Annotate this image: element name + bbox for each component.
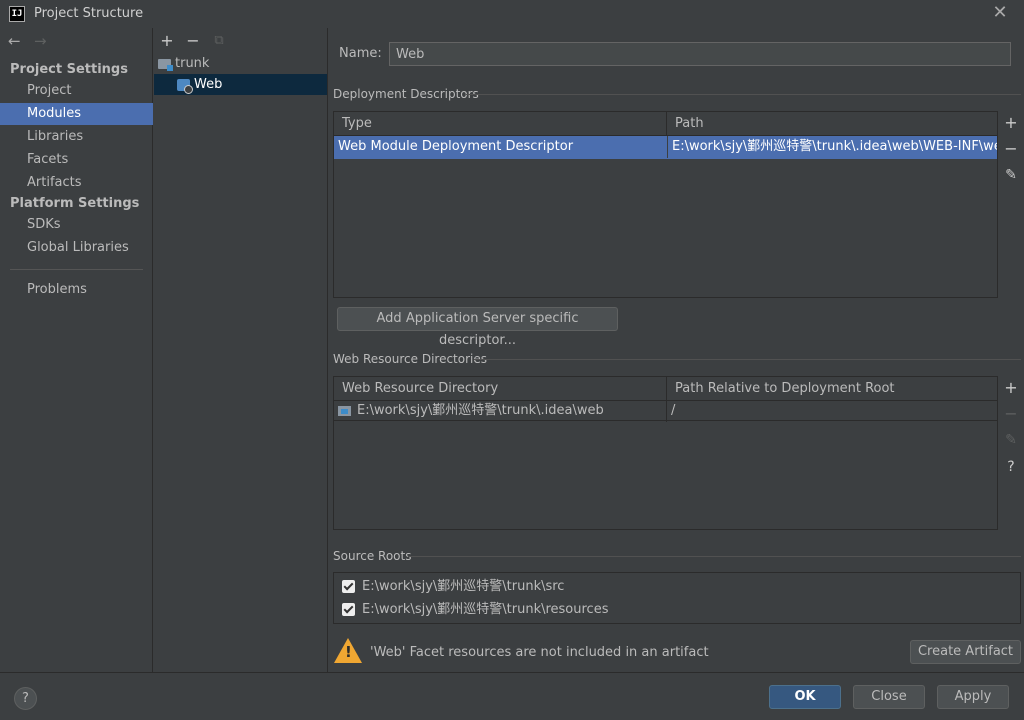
source-roots-title: Source Roots — [333, 549, 412, 563]
tree-node-trunk[interactable]: trunk — [154, 53, 327, 74]
add-server-descriptor-button[interactable]: Add Application Server specific descript… — [337, 307, 618, 348]
warning-mark: ! — [345, 643, 352, 661]
platform-settings-heading: Platform Settings — [10, 196, 140, 211]
sidebar-item-project[interactable]: Project — [0, 80, 153, 102]
group-divider — [408, 556, 1021, 557]
web-facet-icon — [177, 78, 193, 94]
module-folder-icon — [158, 58, 173, 71]
forward-arrow-icon[interactable]: → — [34, 32, 47, 50]
copy-module-icon[interactable]: ⧉ — [210, 32, 228, 50]
source-root-path: E:\work\sjy\鄞州巡特警\trunk\resources — [362, 602, 609, 617]
sidebar-item-libraries[interactable]: Libraries — [0, 126, 153, 148]
remove-descriptor-icon[interactable]: − — [998, 138, 1024, 160]
group-divider — [474, 359, 1021, 360]
module-tree-panel — [153, 28, 328, 672]
window-title: Project Structure — [34, 6, 144, 21]
sidebar-item-facets[interactable]: Facets — [0, 149, 153, 171]
add-module-icon[interactable]: + — [158, 32, 176, 50]
column-header-type[interactable]: Type — [334, 112, 666, 136]
help-icon[interactable]: ? — [14, 687, 37, 710]
column-header-web-resource-directory[interactable]: Web Resource Directory — [334, 377, 666, 401]
directory-path-text: E:\work\sjy\鄞州巡特警\trunk\.idea\web — [357, 403, 604, 418]
warning-message: 'Web' Facet resources are not included i… — [370, 645, 709, 660]
tree-node-web[interactable]: Web — [154, 74, 327, 95]
add-descriptor-icon[interactable]: + — [998, 112, 1024, 134]
close-button[interactable]: Close — [853, 685, 925, 709]
help-resource-icon[interactable]: ? — [998, 456, 1024, 478]
descriptor-path-cell: E:\work\sjy\鄞州巡特警\trunk\.idea\web\WEB-IN… — [667, 136, 997, 158]
apply-button[interactable]: Apply — [937, 685, 1009, 709]
edit-resource-icon[interactable]: ✎ — [998, 429, 1024, 451]
project-settings-heading: Project Settings — [10, 62, 128, 77]
web-resource-directory-cell: E:\work\sjy\鄞州巡特警\trunk\.idea\web — [334, 400, 666, 422]
sidebar-item-problems[interactable]: Problems — [0, 279, 153, 301]
name-input[interactable] — [389, 42, 1011, 66]
table-header: Web Resource Directory Path Relative to … — [334, 377, 997, 401]
table-header: Type Path — [334, 112, 997, 136]
deployment-descriptors-title: Deployment Descriptors — [333, 87, 479, 101]
source-root-path: E:\work\sjy\鄞州巡特警\trunk\src — [362, 579, 565, 594]
source-root-checkbox[interactable] — [342, 580, 355, 593]
relative-path-cell: / — [666, 400, 997, 422]
sidebar-item-modules[interactable]: Modules — [0, 103, 153, 125]
sidebar-item-sdks[interactable]: SDKs — [0, 214, 153, 236]
intellij-logo-icon: IJ — [9, 6, 25, 22]
group-divider — [466, 94, 1021, 95]
web-resource-table: Web Resource Directory Path Relative to … — [333, 376, 998, 530]
tree-node-label: Web — [194, 77, 223, 92]
back-arrow-icon[interactable]: ← — [8, 32, 21, 50]
deployment-descriptors-table: Type Path Web Module Deployment Descript… — [333, 111, 998, 298]
web-folder-icon — [338, 405, 351, 416]
web-resource-directories-title: Web Resource Directories — [333, 352, 487, 366]
remove-resource-icon[interactable]: − — [998, 403, 1024, 425]
table-row[interactable]: E:\work\sjy\鄞州巡特警\trunk\.idea\web / — [334, 400, 997, 422]
source-root-item[interactable]: E:\work\sjy\鄞州巡特警\trunk\resources — [342, 600, 608, 620]
tree-node-label: trunk — [175, 56, 210, 71]
remove-module-icon[interactable]: − — [184, 32, 202, 50]
title-bar — [0, 0, 1024, 28]
sidebar-item-global-libraries[interactable]: Global Libraries — [0, 237, 153, 259]
column-header-relative-path[interactable]: Path Relative to Deployment Root — [666, 377, 997, 401]
descriptor-type-cell: Web Module Deployment Descriptor — [338, 139, 574, 154]
ok-button[interactable]: OK — [769, 685, 841, 709]
sidebar-divider — [10, 269, 143, 270]
edit-descriptor-icon[interactable]: ✎ — [998, 164, 1024, 186]
create-artifact-button[interactable]: Create Artifact — [910, 640, 1021, 664]
table-row[interactable]: Web Module Deployment Descriptor E:\work… — [334, 136, 997, 159]
sidebar-item-artifacts[interactable]: Artifacts — [0, 172, 153, 194]
close-icon[interactable]: ✕ — [990, 3, 1010, 23]
source-root-item[interactable]: E:\work\sjy\鄞州巡特警\trunk\src — [342, 577, 564, 597]
source-root-checkbox[interactable] — [342, 603, 355, 616]
add-resource-icon[interactable]: + — [998, 377, 1024, 399]
name-label: Name: — [339, 46, 382, 61]
column-header-path[interactable]: Path — [666, 112, 997, 136]
